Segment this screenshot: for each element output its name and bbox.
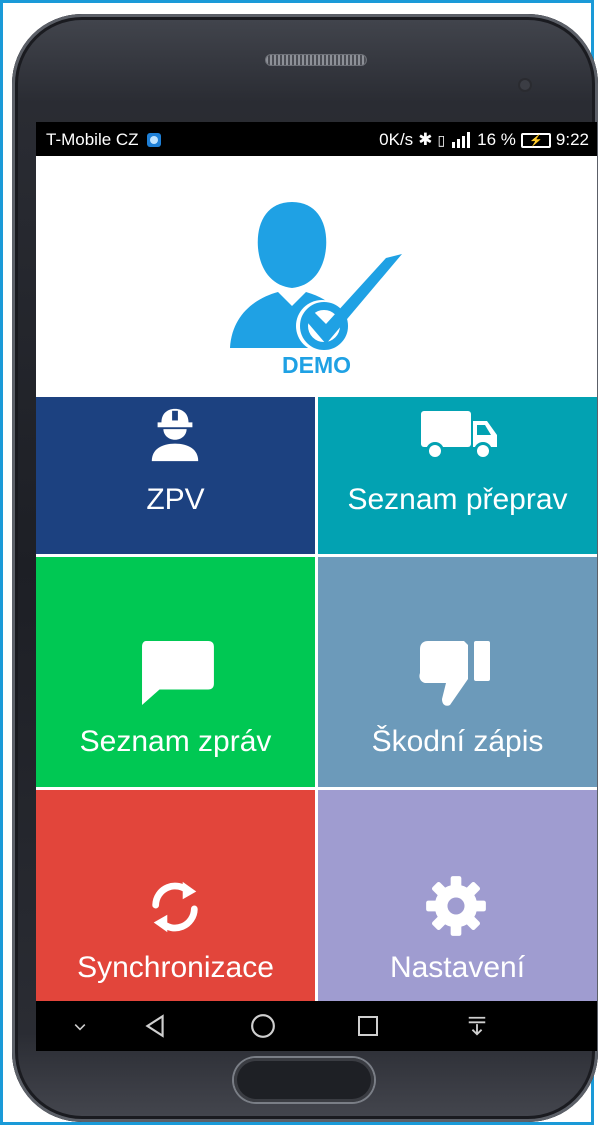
worker-helmet-icon xyxy=(151,408,199,462)
tile-label-seznam-zprav: Seznam zpráv xyxy=(79,725,272,758)
home-icon[interactable] xyxy=(250,1013,276,1039)
tile-label-seznam-preprav: Seznam přeprav xyxy=(347,483,568,516)
back-icon[interactable] xyxy=(142,1013,168,1039)
chevron-down-icon[interactable] xyxy=(72,1019,88,1035)
gear-icon xyxy=(426,876,486,936)
signal-icon xyxy=(452,132,471,148)
earpiece-speaker xyxy=(265,54,367,66)
vibrate-icon: ▯ xyxy=(437,131,446,148)
tile-zpv[interactable]: ZPV xyxy=(36,397,315,554)
tile-seznam-zprav[interactable]: Seznam zpráv xyxy=(36,557,315,787)
front-camera xyxy=(520,80,530,90)
battery-percent: 16 % xyxy=(477,130,516,149)
carrier-label: T-Mobile CZ xyxy=(46,130,139,149)
tile-synchronizace[interactable]: Synchronizace xyxy=(36,790,315,1001)
app-notification-icon xyxy=(146,133,161,147)
thumbs-down-icon xyxy=(419,641,490,706)
notification-pulldown-icon[interactable] xyxy=(466,1015,488,1037)
message-bubble-icon xyxy=(142,640,214,706)
phone-screen: T-Mobile CZ 0K/s ✱ ▯ 16 % ⚡ 9:22 DEMO ZP… xyxy=(36,122,597,1051)
bluetooth-icon: ✱ xyxy=(418,130,433,149)
user-header: DEMO xyxy=(36,156,597,397)
user-verified-icon xyxy=(230,202,402,352)
android-nav-bar xyxy=(36,1001,597,1051)
network-speed: 0K/s xyxy=(379,130,414,149)
user-name: DEMO xyxy=(282,352,351,378)
tile-label-nastaveni: Nastavení xyxy=(389,951,526,984)
tile-label-synchronizace: Synchronizace xyxy=(77,951,274,984)
physical-home-button[interactable] xyxy=(234,1058,374,1102)
status-bar: T-Mobile CZ 0K/s ✱ ▯ 16 % ⚡ 9:22 xyxy=(36,122,597,156)
sync-icon xyxy=(152,881,198,933)
truck-icon xyxy=(421,411,497,460)
tile-seznam-preprav[interactable]: Seznam přeprav xyxy=(318,397,597,554)
battery-icon: ⚡ xyxy=(520,132,551,148)
tile-skodni-zapis[interactable]: Škodní zápis xyxy=(318,557,597,787)
tile-nastaveni[interactable]: Nastavení xyxy=(318,790,597,1001)
tile-label-zpv: ZPV xyxy=(146,483,205,516)
clock: 9:22 xyxy=(555,130,589,149)
phone-body: T-Mobile CZ 0K/s ✱ ▯ 16 % ⚡ 9:22 DEMO ZP… xyxy=(12,14,598,1122)
recent-apps-icon[interactable] xyxy=(356,1014,380,1038)
tile-label-skodni-zapis: Škodní zápis xyxy=(371,725,544,758)
